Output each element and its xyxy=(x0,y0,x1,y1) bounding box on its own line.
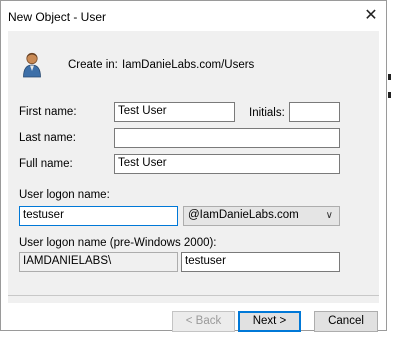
first-name-label: First name: xyxy=(19,106,77,118)
logon-name-field[interactable]: testuser xyxy=(19,206,178,226)
dialog-client-area: Create in: IamDanieLabs.com/Users First … xyxy=(8,31,379,303)
background-window-edge xyxy=(387,0,393,341)
window-title: New Object - User xyxy=(8,10,107,24)
last-name-field[interactable] xyxy=(114,128,340,148)
next-button[interactable]: Next > xyxy=(238,311,301,332)
create-in-path: IamDanieLabs.com/Users xyxy=(122,59,255,71)
full-name-label: Full name: xyxy=(19,158,73,170)
back-button[interactable]: < Back xyxy=(172,311,235,332)
title-bar: New Object - User ✕ xyxy=(1,1,386,31)
last-name-label: Last name: xyxy=(19,132,76,144)
full-name-field[interactable]: Test User xyxy=(114,154,340,174)
user-icon xyxy=(23,52,41,78)
cancel-button[interactable]: Cancel xyxy=(314,311,378,332)
background-text-fragment xyxy=(388,92,391,98)
close-icon[interactable]: ✕ xyxy=(356,4,386,28)
pre2000-logon-field[interactable]: testuser xyxy=(181,252,340,272)
initials-label: Initials: xyxy=(249,107,285,119)
domain-suffix-select[interactable]: @IamDanieLabs.com ∨ xyxy=(183,206,340,226)
logon-name-label: User logon name: xyxy=(19,189,110,201)
pre2000-label: User logon name (pre-Windows 2000): xyxy=(19,237,217,249)
initials-field[interactable] xyxy=(289,102,340,122)
background-text-fragment xyxy=(388,74,391,80)
pre2000-domain-field: IAMDANIELABS\ xyxy=(19,252,178,272)
domain-suffix-value: @IamDanieLabs.com xyxy=(188,209,299,221)
new-user-dialog: New Object - User ✕ Create in: IamDanieL… xyxy=(0,0,387,332)
chevron-down-icon: ∨ xyxy=(325,210,333,221)
separator xyxy=(8,295,379,296)
first-name-field[interactable]: Test User xyxy=(114,102,235,122)
create-in-label: Create in: xyxy=(68,59,118,71)
